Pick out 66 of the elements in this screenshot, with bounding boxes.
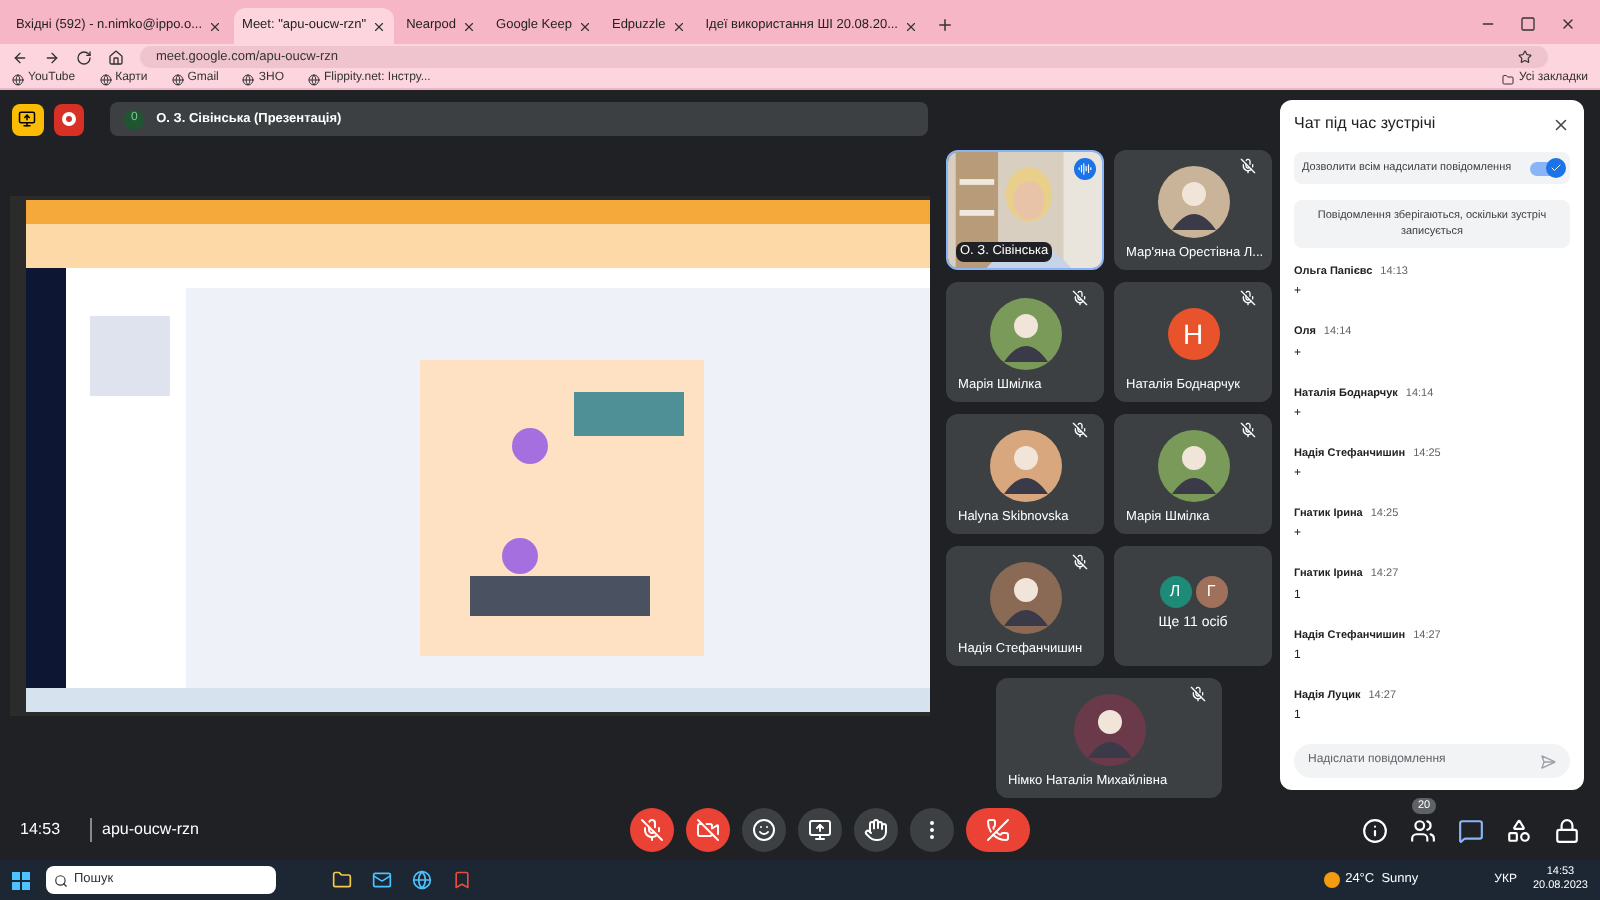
meeting-time: 14:53 [20, 818, 63, 842]
close-icon[interactable] [1560, 16, 1576, 32]
new-tab-icon[interactable] [935, 16, 954, 34]
globe-icon [12, 73, 24, 85]
record-button[interactable] [53, 103, 85, 135]
search-icon [54, 873, 68, 887]
close-icon [577, 19, 592, 33]
more-options-button[interactable] [910, 808, 954, 852]
globe-icon [308, 73, 321, 85]
raise-hand-button[interactable] [854, 808, 898, 852]
hand-icon [864, 818, 888, 842]
folder-icon[interactable] [332, 870, 352, 890]
host-button[interactable] [1552, 816, 1580, 844]
people-icon [1409, 817, 1435, 843]
chat-title: Чат під час зустрічі [1294, 112, 1436, 136]
record-icon [61, 112, 76, 126]
avatar-icon [989, 298, 1061, 370]
globe-icon [171, 73, 184, 85]
close-icon [208, 19, 223, 33]
info-button[interactable] [1360, 816, 1388, 844]
bookmark-icon[interactable] [452, 870, 472, 890]
avatar-icon [989, 562, 1061, 634]
mail-icon[interactable] [372, 870, 392, 890]
maximize-icon[interactable] [1520, 16, 1536, 32]
info-icon [1361, 817, 1387, 843]
avatar-letter: Г [1195, 576, 1227, 609]
reload-icon[interactable] [76, 49, 92, 65]
reactions-button[interactable] [742, 808, 786, 852]
toggle-switch[interactable] [1530, 161, 1562, 175]
close-icon[interactable] [1552, 115, 1570, 133]
screen-icon [18, 110, 37, 128]
microphone-button[interactable] [630, 808, 674, 852]
avatar-letter: Л [1159, 576, 1191, 609]
avatar-icon [1157, 166, 1229, 238]
avatar-letter: Н [1167, 308, 1219, 360]
globe-icon [242, 73, 255, 85]
lock-icon [1553, 817, 1579, 843]
mic-off-icon [640, 818, 664, 842]
activities-button[interactable] [1504, 816, 1532, 844]
start-icon[interactable] [12, 871, 30, 889]
smile-icon [752, 818, 776, 842]
phone-icon [986, 818, 1010, 842]
chat-button[interactable] [1456, 816, 1484, 844]
chat-icon [1457, 817, 1483, 843]
close-icon [372, 19, 387, 33]
leave-call-button[interactable] [966, 808, 1030, 852]
back-icon[interactable] [12, 49, 28, 65]
browser-icon[interactable] [412, 870, 432, 890]
forward-icon[interactable] [44, 49, 60, 65]
home-icon[interactable] [108, 49, 124, 65]
camera-button[interactable] [686, 808, 730, 852]
close-icon [903, 19, 918, 33]
present-icon [808, 818, 832, 842]
close-icon [462, 19, 477, 33]
avatar-icon [1157, 430, 1229, 502]
shapes-icon [1505, 817, 1531, 843]
present-button[interactable] [798, 808, 842, 852]
check-icon [1550, 162, 1562, 174]
star-icon [1518, 50, 1532, 64]
avatar-icon [989, 430, 1061, 502]
camera-off-icon [696, 818, 720, 842]
close-icon [671, 19, 686, 33]
layout-button[interactable] [12, 103, 44, 135]
avatar-icon [1073, 694, 1145, 766]
folder-icon [1502, 73, 1515, 85]
globe-icon [99, 73, 112, 85]
